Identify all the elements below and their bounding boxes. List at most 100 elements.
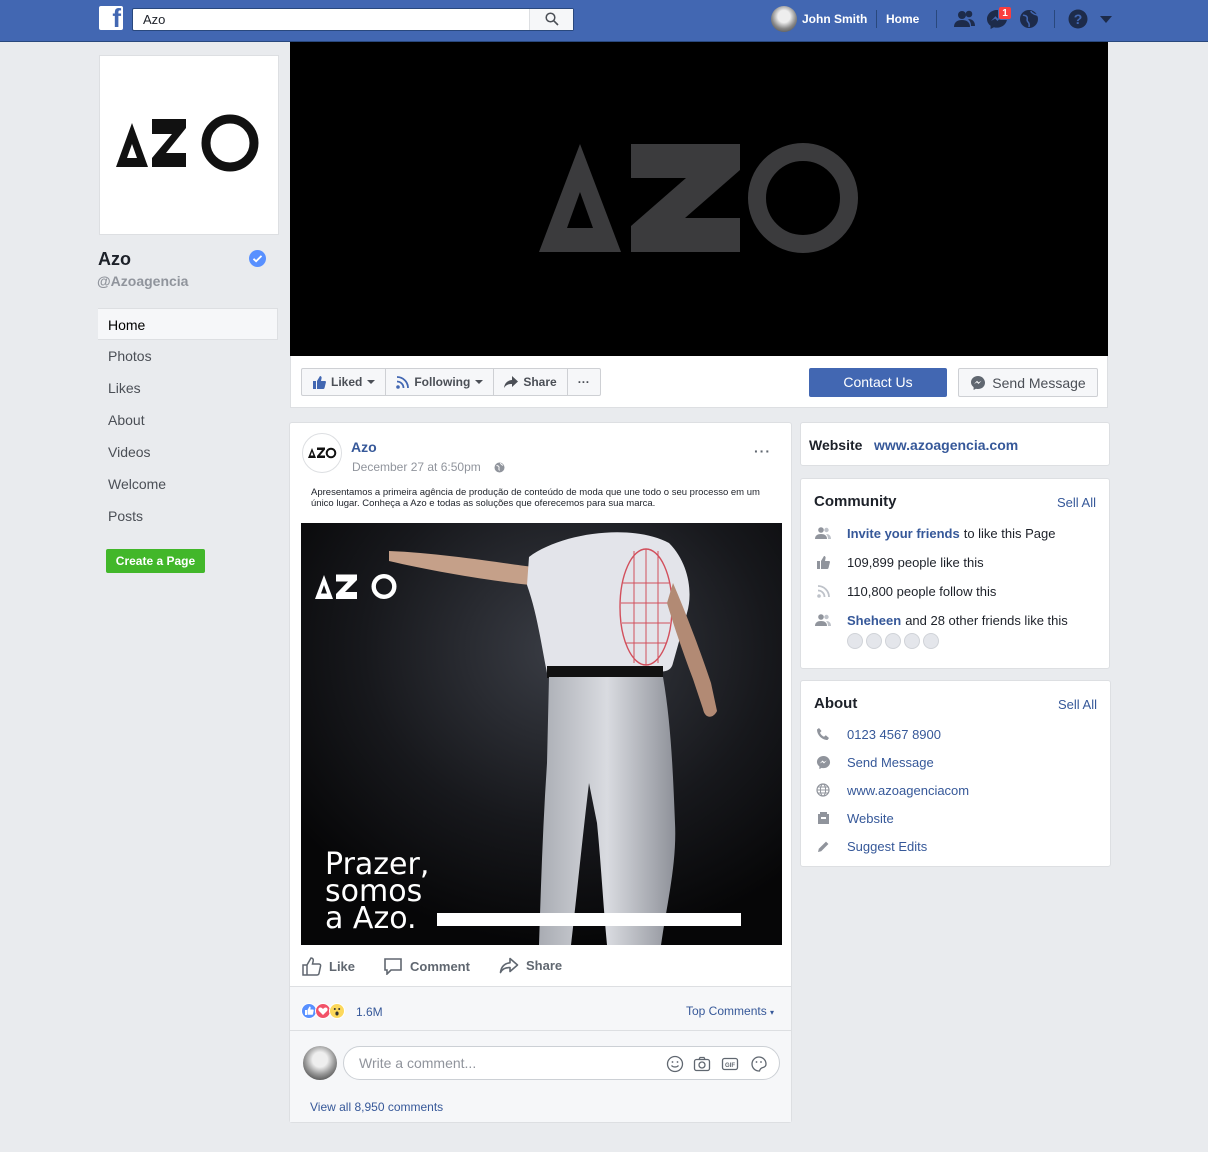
post-author-name[interactable]: Azo (351, 439, 377, 455)
friends-icon (815, 612, 831, 628)
create-page-button[interactable]: Create a Page (106, 549, 205, 573)
messenger-icon (815, 754, 831, 770)
friend-avatar[interactable] (923, 633, 939, 649)
page-profile-picture[interactable] (99, 55, 279, 235)
friend-avatar[interactable] (847, 633, 863, 649)
liked-label: Liked (331, 375, 363, 389)
friend-requests-icon[interactable] (953, 8, 977, 30)
following-button[interactable]: Following (386, 369, 495, 395)
suggest-edits-link[interactable]: Suggest Edits (847, 839, 927, 854)
post-timestamp[interactable]: December 27 at 6:50pm (352, 460, 481, 474)
share-button[interactable]: Share (494, 369, 568, 395)
nav-item-home[interactable]: Home (98, 308, 278, 340)
send-message-label: Send Message (992, 374, 1086, 391)
liked-button[interactable]: Liked (302, 369, 387, 395)
account-menu-icon[interactable] (1094, 8, 1118, 30)
thumbs-up-icon (313, 375, 326, 389)
notifications-globe-icon[interactable] (1017, 8, 1041, 30)
friends-like-row: Sheheen and 28 other friends like this (815, 611, 1068, 629)
nav-item-photos[interactable]: Photos (98, 340, 278, 372)
wow-reaction-icon[interactable] (329, 1003, 345, 1019)
share-label: Share (523, 375, 557, 389)
friend-avatar[interactable] (885, 633, 901, 649)
invite-friends-link[interactable]: Invite your friends (847, 526, 960, 541)
community-title: Community (814, 493, 897, 510)
comment-composer: GIF View all 8,950 comments (290, 1031, 791, 1122)
emoji-icon[interactable] (666, 1055, 684, 1073)
help-icon[interactable]: ? (1066, 8, 1090, 30)
nav-item-posts[interactable]: Posts (98, 500, 278, 532)
tagline-line: a Azo. (325, 901, 417, 936)
post: Azo December 27 at 6:50pm ··· Apresentam… (289, 422, 792, 1123)
web-row: www.azoagenciacom (815, 781, 969, 799)
search-button[interactable] (529, 9, 573, 30)
friend-name-link[interactable]: Sheheen (847, 613, 901, 628)
nav-item-likes[interactable]: Likes (98, 372, 278, 404)
profile-link[interactable]: John Smith (771, 6, 867, 32)
image-tagline: Prazer, somos a Azo. (325, 850, 429, 936)
website-link[interactable]: Website (847, 811, 894, 826)
sticker-icon[interactable] (750, 1055, 768, 1073)
gif-icon[interactable]: GIF (721, 1055, 739, 1073)
avatar (303, 1046, 337, 1080)
website-link[interactable]: www.azoagencia.com (874, 437, 1018, 453)
top-navigation-bar: f John Smith Home 1 ? (0, 0, 1208, 42)
send-message-row: Send Message (815, 753, 934, 771)
comment-input[interactable] (344, 1047, 644, 1079)
facebook-logo-icon[interactable]: f (99, 6, 123, 30)
web-link[interactable]: www.azoagenciacom (847, 783, 969, 798)
top-comments-dropdown[interactable]: Top Comments ▾ (686, 1004, 774, 1018)
public-globe-icon (494, 462, 505, 473)
thumbs-up-outline-icon (302, 957, 322, 976)
like-button[interactable]: Like (302, 957, 355, 976)
messenger-icon (971, 375, 986, 390)
more-icon: ··· (577, 375, 590, 389)
about-title: About (814, 695, 858, 712)
share-arrow-icon (499, 957, 519, 974)
post-share-button[interactable]: Share (499, 957, 562, 974)
nav-item-about[interactable]: About (98, 404, 278, 436)
page-title: Azo (98, 249, 131, 269)
post-image[interactable]: Prazer, somos a Azo. (301, 523, 782, 945)
follows-row: 110,800 people follow this (815, 582, 996, 600)
post-options-button[interactable]: ··· (754, 443, 771, 459)
search-input[interactable] (133, 9, 528, 30)
comment-button[interactable]: Comment (383, 957, 470, 975)
phone-icon (815, 726, 831, 742)
about-see-all-link[interactable]: Sell All (1058, 697, 1097, 712)
view-all-comments-link[interactable]: View all 8,950 comments (310, 1100, 443, 1114)
post-author-avatar[interactable] (302, 433, 342, 473)
contact-us-button[interactable]: Contact Us (809, 368, 947, 397)
page-navigation: Home Photos Likes About Videos Welcome P… (98, 308, 278, 532)
friends-text: and 28 other friends like this (905, 612, 1068, 628)
send-message-button[interactable]: Send Message (958, 368, 1098, 397)
cover-photo[interactable] (290, 42, 1108, 356)
phone-number[interactable]: 0123 4567 8900 (847, 727, 941, 742)
website-row: Website (815, 809, 894, 827)
calendar-icon (815, 810, 831, 826)
home-link[interactable]: Home (886, 12, 919, 26)
globe-icon (815, 782, 831, 798)
send-message-link[interactable]: Send Message (847, 755, 934, 770)
search-icon (545, 12, 559, 26)
chevron-down-icon (367, 380, 376, 384)
page-handle[interactable]: @Azoagencia (97, 273, 188, 289)
svg-text:GIF: GIF (725, 1063, 735, 1069)
reactions-count[interactable]: 1.6M (356, 1005, 383, 1019)
invite-text: to like this Page (963, 525, 1056, 541)
friend-avatar[interactable] (866, 633, 882, 649)
comment-label: Comment (410, 958, 470, 974)
invite-friends-row: Invite your friends to like this Page (815, 524, 1055, 542)
page-action-buttons: Liked Following Share ··· (301, 368, 601, 396)
comment-icon (384, 958, 402, 975)
logo-glyph: f (112, 6, 121, 30)
camera-icon[interactable] (693, 1055, 711, 1073)
nav-item-videos[interactable]: Videos (98, 436, 278, 468)
community-see-all-link[interactable]: Sell All (1057, 495, 1096, 510)
post-text: Apresentamos a primeira agência de produ… (311, 487, 760, 509)
share-arrow-icon (504, 376, 519, 388)
comment-box: GIF (343, 1046, 780, 1080)
friend-avatar[interactable] (904, 633, 920, 649)
more-options-button[interactable]: ··· (568, 369, 600, 395)
nav-item-welcome[interactable]: Welcome (98, 468, 278, 500)
